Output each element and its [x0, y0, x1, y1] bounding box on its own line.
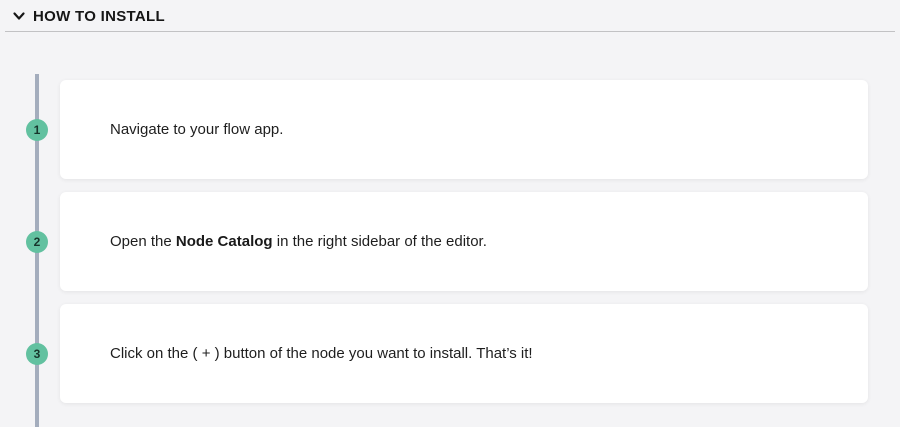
step-text-bold: Node Catalog: [176, 233, 273, 250]
step-text: Navigate to your flow app.: [110, 119, 283, 140]
step-number-badge: 2: [26, 231, 48, 253]
how-to-install-panel: HOW TO INSTALL 1 Navigate to your flow a…: [0, 0, 900, 427]
steps-timeline: 1 Navigate to your flow app. 2 Open the …: [0, 32, 900, 403]
step-text: Open the Node Catalog in the right sideb…: [110, 231, 487, 252]
step-text-suffix: in the right sidebar of the editor.: [273, 233, 487, 250]
section-header-toggle[interactable]: HOW TO INSTALL: [0, 0, 900, 31]
section-title: HOW TO INSTALL: [33, 8, 165, 24]
step-number-badge: 1: [26, 119, 48, 141]
step-card-1: 1 Navigate to your flow app.: [60, 80, 868, 179]
step-text: Click on the ( + ) button of the node yo…: [110, 343, 533, 364]
step-text-prefix: Open the: [110, 233, 176, 250]
step-card-3: 3 Click on the ( + ) button of the node …: [60, 304, 868, 403]
step-number-badge: 3: [26, 343, 48, 365]
step-card-2: 2 Open the Node Catalog in the right sid…: [60, 192, 868, 291]
chevron-down-icon: [12, 9, 26, 23]
